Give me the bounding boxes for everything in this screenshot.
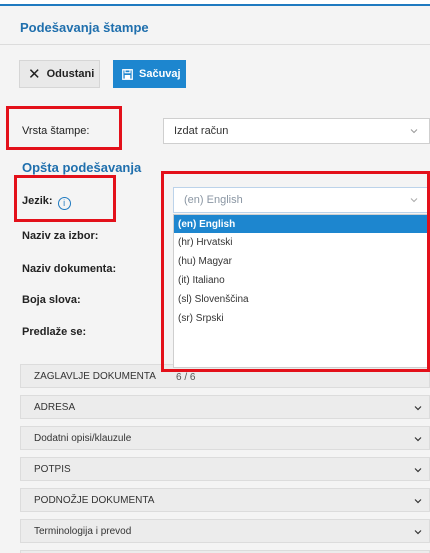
section-title-general: Opšta podešavanja (22, 160, 142, 175)
accordion-label: Terminologija i prevod (34, 525, 132, 537)
language-select[interactable]: (en) English (173, 187, 430, 213)
print-type-value: Izdat račun (174, 125, 229, 137)
accordion-document-footer[interactable]: PODNOŽJE DOKUMENTA (20, 488, 430, 512)
chevron-down-icon (414, 530, 422, 535)
chevron-down-icon (414, 499, 422, 504)
accordion-terminology[interactable]: Terminologija i prevod (20, 519, 430, 543)
font-color-label: Boja slova: (22, 294, 81, 306)
suggested-label: Predlaže se: (22, 326, 87, 338)
info-icon[interactable]: i (57, 197, 71, 210)
chevron-down-icon (414, 437, 422, 442)
accordion-additional-descriptions[interactable]: Dodatni opisi/klauzule (20, 426, 430, 450)
cancel-button[interactable]: ✕ Odustani (19, 60, 100, 88)
dropdown-option-hr[interactable]: (hr) Hrvatski (174, 233, 429, 252)
close-icon: ✕ (28, 65, 41, 83)
dropdown-option-it[interactable]: (it) Italiano (174, 271, 429, 290)
language-label: Jezik: i (22, 195, 71, 210)
top-bar (0, 0, 430, 6)
dropdown-count: 6 / 6 (176, 372, 196, 383)
chevron-down-icon (410, 198, 418, 203)
language-dropdown-list: (en) English (hr) Hrvatski (hu) Magyar (… (173, 214, 430, 368)
save-button-label: Sačuvaj (139, 68, 181, 80)
header-divider (0, 44, 430, 45)
dropdown-option-sl[interactable]: (sl) Slovenščina (174, 290, 429, 309)
accordion-address[interactable]: ADRESA (20, 395, 430, 419)
accordion-label: ADRESA (34, 401, 76, 413)
save-icon (122, 68, 133, 80)
print-type-label: Vrsta štampe: (22, 125, 90, 137)
dropdown-option-sr[interactable]: (sr) Srpski (174, 309, 429, 328)
accordion-label: PODNOŽJE DOKUMENTA (34, 494, 155, 506)
dropdown-option-hu[interactable]: (hu) Magyar (174, 252, 429, 271)
name-for-selection-label: Naziv za izbor: (22, 230, 99, 242)
accordion-label: Dodatni opisi/klauzule (34, 432, 132, 444)
dropdown-option-en[interactable]: (en) English (174, 215, 429, 233)
print-type-select[interactable]: Izdat račun (163, 118, 430, 144)
accordion-label: ZAGLAVLJE DOKUMENTA (34, 370, 156, 382)
language-label-text: Jezik: (22, 195, 53, 207)
page-title: Podešavanja štampe (20, 20, 149, 35)
document-name-label: Naziv dokumenta: (22, 263, 117, 275)
chevron-down-icon (414, 406, 422, 411)
language-value: (en) English (184, 194, 243, 206)
accordion-signature[interactable]: POTPIS (20, 457, 430, 481)
save-button[interactable]: Sačuvaj (113, 60, 186, 88)
chevron-down-icon (410, 129, 418, 134)
chevron-down-icon (414, 468, 422, 473)
accordion-label: POTPIS (34, 463, 71, 475)
cancel-button-label: Odustani (46, 68, 95, 80)
